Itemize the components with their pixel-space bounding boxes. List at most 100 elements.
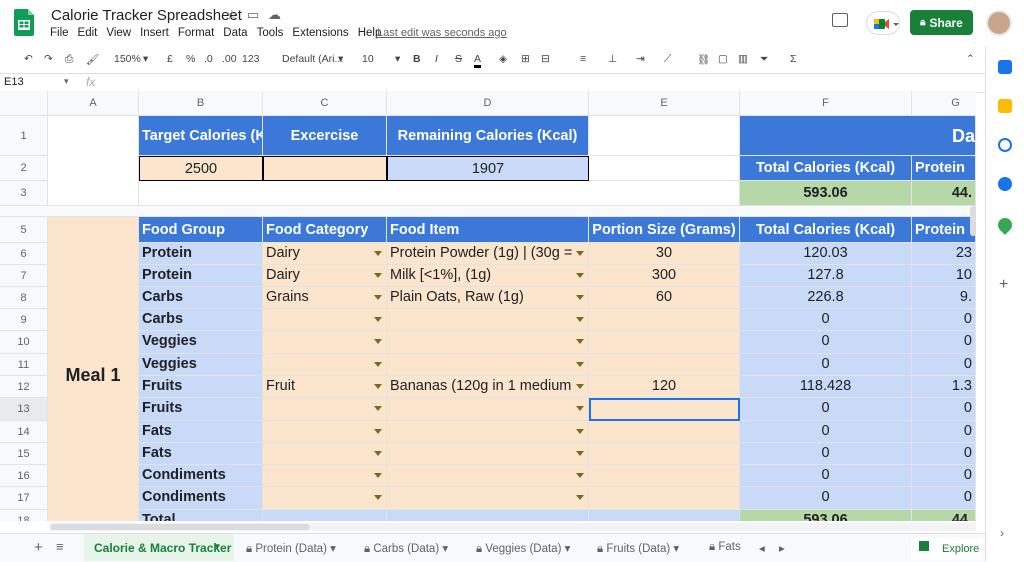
dropdown-arrow-icon[interactable]: [374, 273, 382, 278]
food-item-dropdown[interactable]: [387, 309, 589, 331]
filter-icon[interactable]: ⏷: [760, 53, 768, 66]
portion-size-cell[interactable]: [589, 309, 740, 331]
food-group-cell[interactable]: Fats: [139, 421, 263, 443]
row-header[interactable]: 14: [0, 421, 48, 443]
dropdown-arrow-icon[interactable]: [576, 429, 584, 434]
menu-data[interactable]: Data: [223, 27, 247, 39]
selected-cell[interactable]: [589, 398, 740, 421]
row-header[interactable]: 8: [0, 287, 48, 309]
food-item-dropdown[interactable]: [387, 421, 589, 443]
row-header[interactable]: 16: [0, 465, 48, 487]
food-group-cell[interactable]: Condiments: [139, 487, 263, 510]
name-box[interactable]: E13: [4, 76, 24, 88]
scroll-tabs-left-icon[interactable]: ◂: [759, 541, 765, 555]
contacts-icon[interactable]: [998, 177, 1012, 191]
add-on-plus-icon[interactable]: +: [999, 276, 1008, 294]
food-item-dropdown[interactable]: [387, 465, 589, 487]
food-category-dropdown[interactable]: [263, 331, 387, 354]
column-header[interactable]: F: [740, 91, 912, 116]
document-title[interactable]: Calorie Tracker Spreadsheet: [51, 7, 242, 24]
row-header[interactable]: 15: [0, 443, 48, 465]
move-folder-icon[interactable]: ▭: [247, 7, 259, 23]
text-color-button[interactable]: A: [474, 53, 482, 68]
dropdown-arrow-icon[interactable]: [374, 451, 382, 456]
tab-fruits-data[interactable]: 🔒︎ Fruits (Data) ▾: [597, 541, 679, 556]
dropdown-arrow-icon[interactable]: [576, 273, 584, 278]
column-header[interactable]: G: [912, 91, 976, 116]
tab-calorie-macro-tracker[interactable]: Calorie & Macro Tracker ▾: [84, 534, 234, 561]
add-sheet-icon[interactable]: +: [34, 539, 43, 556]
tasks-icon[interactable]: [998, 138, 1012, 152]
strikethrough-button[interactable]: S: [455, 53, 462, 65]
dropdown-arrow-icon[interactable]: [374, 429, 382, 434]
food-group-cell[interactable]: Fruits: [139, 376, 263, 398]
dropdown-arrow-icon[interactable]: [576, 495, 584, 500]
portion-size-cell[interactable]: 120: [589, 376, 740, 398]
portion-size-cell[interactable]: 300: [589, 265, 740, 287]
select-all-corner[interactable]: [0, 91, 48, 116]
column-header[interactable]: B: [139, 91, 263, 116]
dropdown-arrow-icon[interactable]: [374, 473, 382, 478]
food-item-dropdown[interactable]: [387, 331, 589, 354]
dropdown-arrow-icon[interactable]: [374, 384, 382, 389]
print-icon[interactable]: ⎙: [65, 53, 73, 66]
food-group-cell[interactable]: Veggies: [139, 331, 263, 354]
food-group-cell[interactable]: Veggies: [139, 354, 263, 376]
formula-input[interactable]: [104, 74, 984, 92]
currency-button[interactable]: £: [167, 53, 173, 65]
explore-button[interactable]: Explore: [911, 538, 983, 560]
decrease-decimal-button[interactable]: .0: [204, 53, 213, 65]
cloud-status-icon[interactable]: ☁: [268, 7, 281, 23]
row-header[interactable]: 9: [0, 309, 48, 331]
insert-chart-icon[interactable]: ▥: [738, 53, 748, 65]
food-category-dropdown[interactable]: [263, 487, 387, 510]
dropdown-arrow-icon[interactable]: [576, 251, 584, 256]
percent-button[interactable]: %: [186, 53, 195, 65]
food-category-dropdown[interactable]: Dairy: [263, 243, 387, 265]
food-group-cell[interactable]: Carbs: [139, 309, 263, 331]
last-edit-link[interactable]: Last edit was seconds ago: [377, 27, 507, 39]
food-item-dropdown[interactable]: Bananas (120g in 1 medium: [387, 376, 589, 398]
column-header[interactable]: C: [263, 91, 387, 116]
all-sheets-icon[interactable]: ≡: [56, 539, 64, 554]
food-category-dropdown[interactable]: [263, 421, 387, 443]
exercise-value[interactable]: [263, 156, 387, 181]
row-header[interactable]: 7: [0, 265, 48, 287]
dropdown-arrow-icon[interactable]: [576, 384, 584, 389]
food-category-dropdown[interactable]: [263, 398, 387, 421]
functions-icon[interactable]: Σ: [790, 53, 797, 65]
menu-insert[interactable]: Insert: [140, 27, 169, 39]
tab-protein-data[interactable]: 🔒︎ Protein (Data) ▾: [246, 541, 336, 556]
food-item-dropdown[interactable]: [387, 443, 589, 465]
menu-format[interactable]: Format: [178, 27, 214, 39]
bold-button[interactable]: B: [413, 53, 421, 65]
row-header[interactable]: 10: [0, 331, 48, 354]
empty-cell[interactable]: [48, 116, 139, 206]
column-header[interactable]: D: [387, 91, 589, 116]
comment-history-icon[interactable]: [832, 13, 848, 27]
portion-size-cell[interactable]: [589, 331, 740, 354]
food-item-dropdown[interactable]: Plain Oats, Raw (1g): [387, 287, 589, 309]
portion-size-cell[interactable]: [589, 487, 740, 510]
increase-decimal-button[interactable]: .00: [222, 53, 237, 65]
menu-extensions[interactable]: Extensions: [292, 27, 348, 39]
food-category-dropdown[interactable]: Dairy: [263, 265, 387, 287]
more-formats-button[interactable]: 123: [242, 53, 260, 65]
menu-tools[interactable]: Tools: [257, 27, 284, 39]
column-header[interactable]: A: [48, 91, 139, 116]
empty-cell[interactable]: [139, 181, 740, 206]
undo-icon[interactable]: ↶: [24, 53, 33, 65]
dropdown-arrow-icon[interactable]: [374, 251, 382, 256]
menu-edit[interactable]: Edit: [78, 27, 98, 39]
target-calories-value[interactable]: 2500: [139, 156, 263, 181]
zoom-select[interactable]: 150%: [114, 53, 141, 65]
horizontal-scrollbar[interactable]: [50, 523, 976, 531]
dropdown-arrow-icon[interactable]: [374, 339, 382, 344]
dropdown-arrow-icon[interactable]: [374, 317, 382, 322]
food-item-dropdown[interactable]: Milk [<1%], (1g): [387, 265, 589, 287]
dropdown-arrow-icon[interactable]: [576, 473, 584, 478]
menu-file[interactable]: File: [50, 27, 69, 39]
dropdown-arrow-icon[interactable]: [576, 295, 584, 300]
dropdown-arrow-icon[interactable]: [576, 362, 584, 367]
font-select[interactable]: Default (Ari...: [282, 53, 343, 65]
